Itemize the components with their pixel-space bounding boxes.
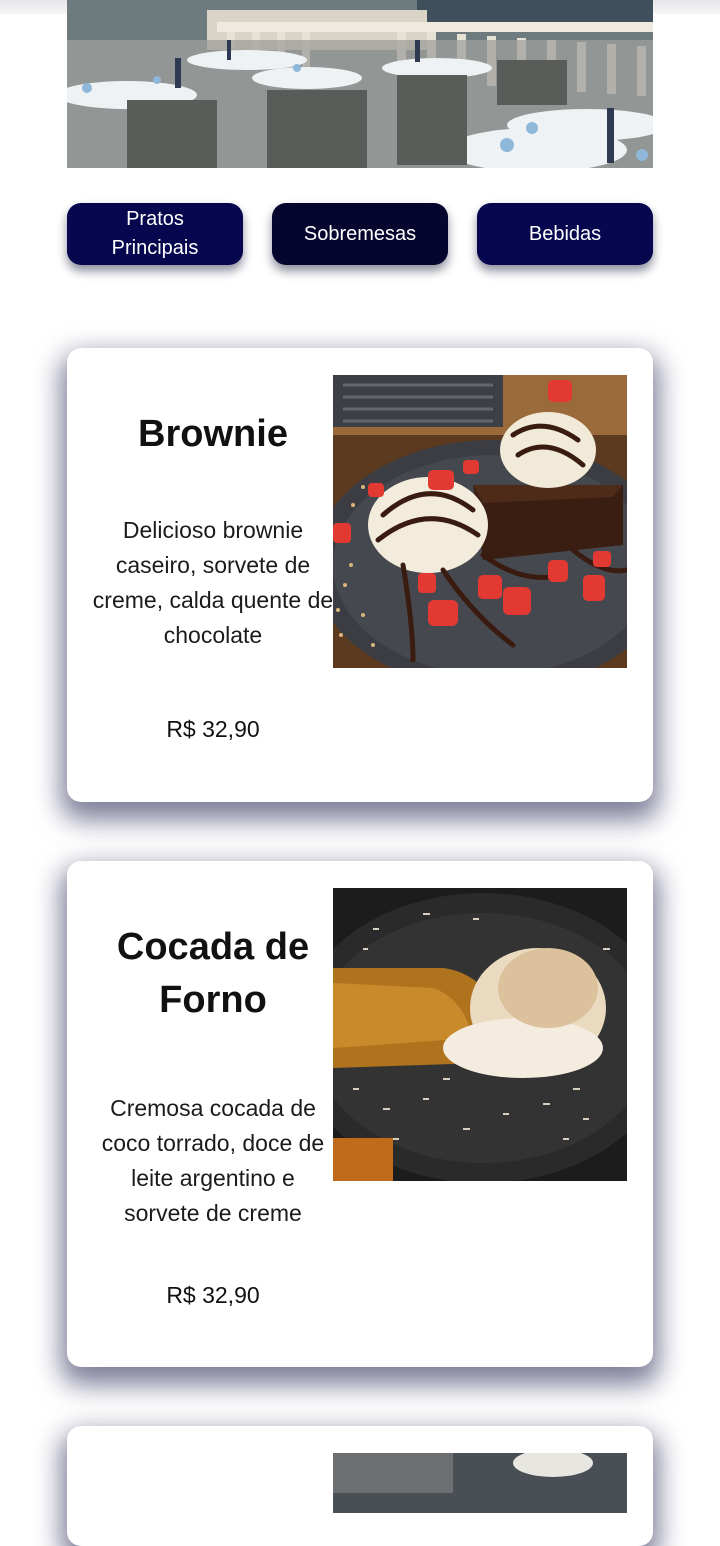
menu-item-info: Brownie Delicioso brownie caseiro, sorve… [92,348,334,742]
menu-item-description: Delicioso brownie caseiro, sorvete de cr… [92,517,334,648]
menu-item-description: Cremosa cocada de coco torrado, doce de … [101,1095,325,1226]
restaurant-terrace-photo [67,0,653,168]
brownie-photo [333,375,627,668]
tab-pratos-principais[interactable]: Pratos Principais [67,203,243,265]
tab-sobremesas[interactable]: Sobremesas [272,203,448,265]
tab-label: Sobremesas [303,222,417,245]
tab-label: Pratos Principais [111,208,199,259]
menu-item-card[interactable]: Brownie Delicioso brownie caseiro, sorve… [67,348,653,802]
menu-item-name: Cocada de Forno [116,926,310,1021]
menu-item-card[interactable]: Cocada de Forno Cremosa cocada de coco t… [67,861,653,1367]
menu-item-name: Brownie [138,413,288,455]
tab-bebidas[interactable]: Bebidas [477,203,653,265]
menu-item-photo [333,1453,627,1513]
menu-category-tabs: Pratos Principais Sobremesas Bebidas [67,203,653,265]
menu-item-info: Cocada de Forno Cremosa cocada de coco t… [92,861,334,1308]
cocada-photo [333,888,627,1181]
tab-label: Bebidas [528,222,602,245]
menu-item-price: R$ 32,90 [166,716,260,742]
menu-item-card[interactable] [67,1426,653,1546]
menu-item-price: R$ 32,90 [166,1282,260,1308]
